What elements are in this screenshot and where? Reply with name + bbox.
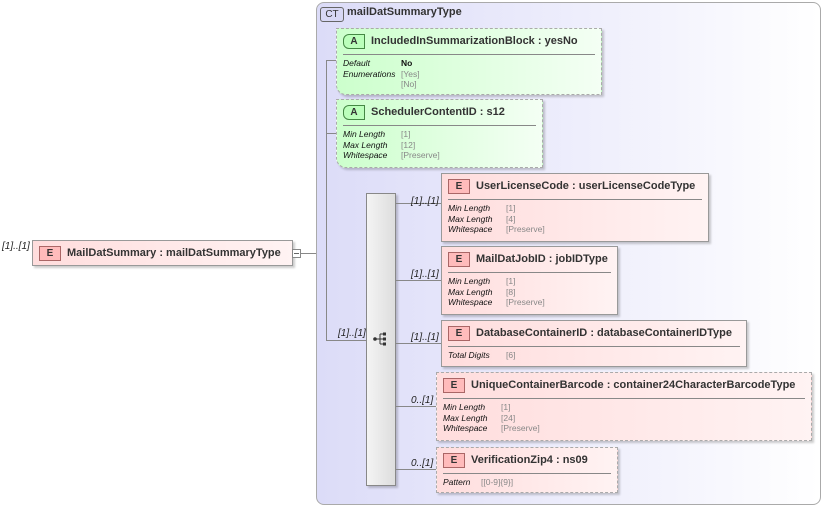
prop-key: Max Length — [443, 412, 488, 423]
attribute-name: IncludedInSummarizationBlock — [371, 35, 535, 47]
prop-key: Pattern — [443, 477, 471, 487]
attribute-scheduler-content-id[interactable]: A SchedulerContentID : s12 Min Length [1] … — [336, 99, 543, 168]
prop-value: [No] — [401, 79, 417, 89]
connector — [395, 406, 436, 407]
element-type: databaseContainerIDType — [597, 327, 732, 339]
element-occurrence: 0..[1] — [411, 458, 434, 469]
connector — [326, 60, 336, 61]
prop-key: Whitespace — [343, 150, 388, 160]
element-name: MailDatJobID — [476, 253, 546, 265]
prop-value: [8] — [506, 286, 516, 297]
prop-value: [1] — [506, 276, 516, 286]
prop-key: Whitespace — [443, 423, 488, 433]
connector — [326, 133, 336, 134]
element-badge: E — [448, 326, 470, 341]
attribute-name: SchedulerContentID — [371, 106, 477, 118]
element-name: DatabaseContainerID — [476, 327, 588, 339]
prop-key: Enumerations — [343, 68, 396, 79]
prop-value: [Preserve] — [401, 150, 440, 160]
connector — [326, 340, 366, 341]
sequence-occurrence: [1]..[1] — [338, 328, 366, 339]
element-mail-dat-job-id[interactable]: E MailDatJobID : jobIDType Min Length [1] … — [441, 246, 618, 315]
complex-type-badge: CT — [320, 7, 344, 22]
element-occurrence: [1]..[1] — [411, 332, 439, 343]
prop-value: [6] — [506, 350, 516, 360]
prop-key: Min Length — [448, 203, 491, 213]
element-verification-zip4[interactable]: E VerificationZip4 : ns09 Pattern [[0-9]{9… — [436, 447, 618, 493]
prop-value: No — [401, 58, 413, 68]
element-occurrence: [1]..[1] — [411, 196, 439, 207]
element-badge: E — [448, 179, 470, 194]
element-unique-container-barcode[interactable]: E UniqueContainerBarcode : container24Cha… — [436, 372, 812, 441]
element-type: ns09 — [562, 454, 588, 466]
complex-type-name: mailDatSummaryType — [347, 6, 462, 18]
element-name: UniqueContainerBarcode — [471, 379, 604, 391]
element-badge: E — [448, 252, 470, 267]
element-type: jobIDType — [555, 253, 608, 265]
root-occurrence: [1]..[1] — [2, 241, 30, 252]
prop-key: Total Digits — [448, 350, 490, 360]
element-name: VerificationZip4 — [471, 454, 553, 466]
element-occurrence: 0..[1] — [411, 395, 434, 406]
element-name: UserLicenseCode — [476, 180, 569, 192]
connector — [301, 253, 316, 254]
prop-value: [Preserve] — [506, 224, 545, 234]
prop-value: [Preserve] — [506, 297, 545, 307]
prop-value: [24] — [501, 412, 516, 423]
prop-value: [Preserve] — [501, 423, 540, 433]
element-badge: E — [443, 453, 465, 468]
prop-key: Max Length — [343, 139, 388, 150]
prop-key: Max Length — [448, 286, 493, 297]
element-badge: E — [443, 378, 465, 393]
prop-value: [[0-9]{9}] — [481, 477, 514, 487]
element-type: mailDatSummaryType — [166, 247, 281, 259]
root-element-mail-dat-summary[interactable]: E MailDatSummary : mailDatSummaryType — [32, 240, 293, 266]
element-type: container24CharacterBarcodeType — [613, 379, 796, 391]
prop-key: Whitespace — [448, 297, 493, 307]
connector — [326, 60, 327, 340]
element-name: MailDatSummary — [67, 247, 157, 259]
sequence-compositor[interactable] — [366, 193, 396, 486]
prop-value: [4] — [506, 213, 516, 224]
prop-value: [Yes] — [401, 68, 420, 79]
prop-key: Default — [343, 58, 370, 68]
element-occurrence: [1]..[1] — [411, 269, 439, 280]
connector — [395, 280, 441, 281]
prop-key: Min Length — [443, 402, 486, 412]
element-badge: E — [39, 246, 61, 261]
collapse-toggle[interactable] — [292, 249, 301, 258]
element-user-license-code[interactable]: E UserLicenseCode : userLicenseCodeType M… — [441, 173, 709, 242]
attribute-included-in-summarization-block[interactable]: A IncludedInSummarizationBlock : yesNo De… — [336, 28, 602, 95]
prop-value: [12] — [401, 139, 416, 150]
prop-value: [1] — [401, 129, 411, 139]
attribute-badge: A — [343, 105, 365, 120]
element-type: userLicenseCodeType — [578, 180, 696, 192]
prop-key: Min Length — [448, 276, 491, 286]
prop-value: [1] — [501, 402, 511, 412]
connector — [395, 469, 436, 470]
attribute-badge: A — [343, 34, 365, 49]
attribute-type: yesNo — [544, 35, 578, 47]
element-database-container-id[interactable]: E DatabaseContainerID : databaseContainer… — [441, 320, 747, 367]
prop-key: Min Length — [343, 129, 386, 139]
prop-key: Whitespace — [448, 224, 493, 234]
prop-key: Max Length — [448, 213, 493, 224]
prop-value: [1] — [506, 203, 516, 213]
sequence-icon — [373, 332, 386, 346]
connector — [395, 343, 441, 344]
attribute-type: s12 — [486, 106, 505, 118]
